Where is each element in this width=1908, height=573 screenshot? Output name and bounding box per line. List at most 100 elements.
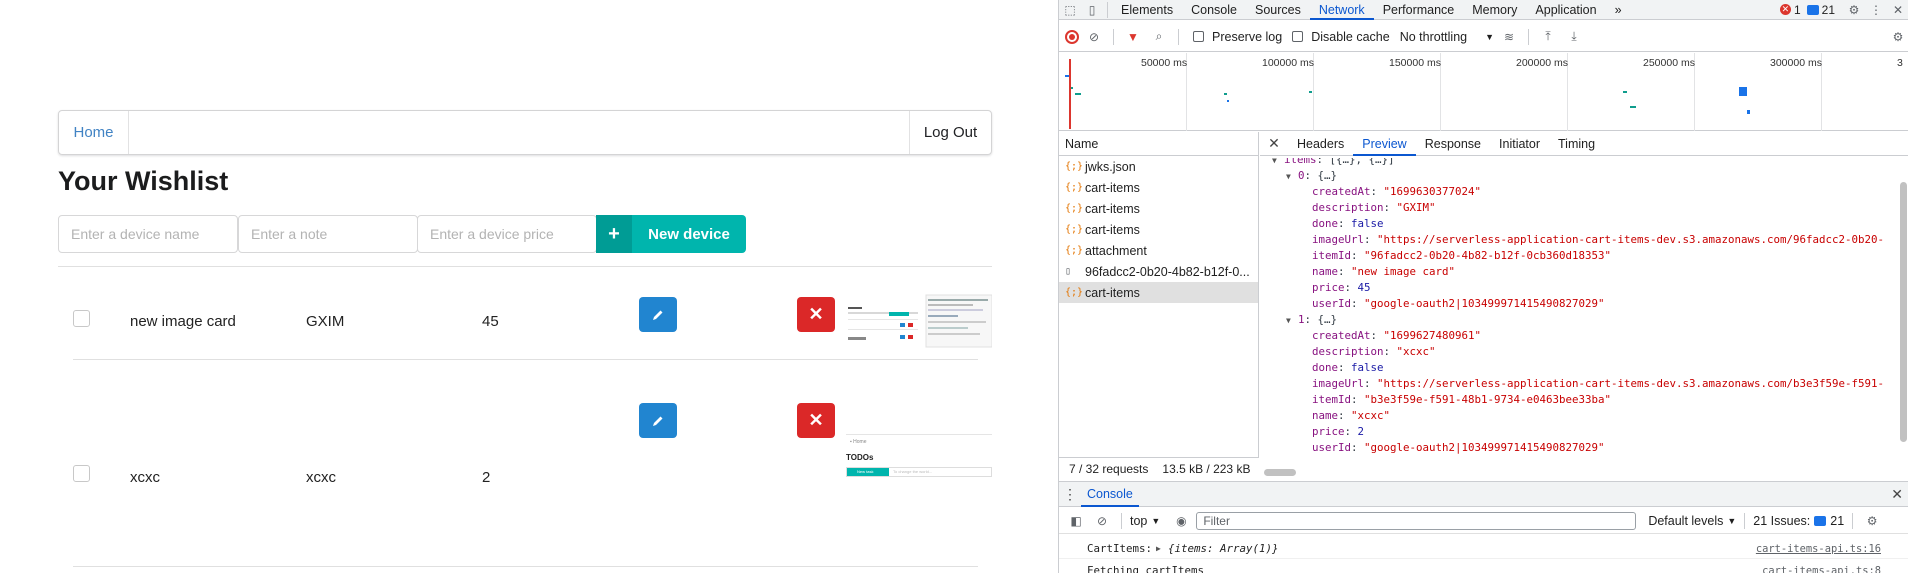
more-tabs-button[interactable]: » [1606,0,1631,20]
sidebar-toggle-icon[interactable]: ◧ [1065,511,1087,531]
request-row-selected[interactable]: {;} cart-items [1059,282,1258,303]
chevron-down-icon: ▼ [1485,31,1495,42]
edit-button[interactable] [639,297,677,332]
new-device-button[interactable]: + New device [596,215,746,253]
tab-console[interactable]: Console [1182,0,1246,20]
horizontal-scrollbar[interactable] [1264,469,1296,476]
record-stop-icon[interactable] [1065,29,1079,44]
live-expression-eye-icon[interactable]: ◉ [1170,511,1192,531]
logout-button[interactable]: Log Out [909,111,991,154]
context-select[interactable]: top [1130,514,1147,528]
close-detail-icon[interactable]: ✕ [1260,135,1288,152]
log-levels-select[interactable]: Default levels [1648,514,1723,528]
request-row[interactable]: ▯ 96fadcc2-0b20-4b82-b12f-0... [1059,261,1258,282]
tab-headers[interactable]: Headers [1288,132,1353,156]
tab-elements[interactable]: Elements [1112,0,1182,20]
chevron-down-icon: ▼ [1151,515,1161,526]
json-root-line[interactable]: ▼ items: [{…}, {…}] [1260,158,1890,168]
tab-sources[interactable]: Sources [1246,0,1310,20]
drawer-menu-icon[interactable]: ⋮ [1059,486,1081,503]
disable-cache-checkbox[interactable] [1292,31,1304,42]
toolbar-separator [1744,512,1746,529]
done-checkbox[interactable] [73,310,90,327]
delete-button[interactable]: ✕ [797,297,835,332]
page-title: Your Wishlist [58,166,229,196]
json-summary: {…} [1317,169,1338,182]
message-count-badge[interactable]: 21 [1806,3,1835,17]
edit-button[interactable] [639,403,677,438]
network-conditions-icon[interactable]: ≋ [1498,27,1520,47]
device-toolbar-icon[interactable]: ▯ [1081,0,1103,20]
tab-preview[interactable]: Preview [1353,132,1416,156]
request-row[interactable]: {;} jwks.json [1059,156,1258,177]
item-name: xcxc [130,469,160,486]
kebab-menu-icon[interactable]: ⋮ [1865,0,1887,20]
device-name-input[interactable] [58,215,238,253]
vertical-scrollbar[interactable] [1900,182,1907,442]
settings-gear-icon[interactable]: ⚙ [1843,0,1865,20]
json-value: false [1351,217,1384,230]
close-devtools-icon[interactable]: ✕ [1887,0,1908,20]
devtools-panel: ⬚ ▯ Elements Console Sources Network Per… [1058,0,1908,573]
clear-icon[interactable]: ⊘ [1083,27,1105,47]
request-count: 7 / 32 requests [1069,461,1149,476]
tab-response[interactable]: Response [1416,132,1490,156]
screenshot-thumbnail [846,293,992,349]
issues-count: 21 [1830,513,1845,528]
devtools-main-tabs: ⬚ ▯ Elements Console Sources Network Per… [1059,0,1908,20]
name-column-header[interactable]: Name [1059,132,1258,156]
tab-performance[interactable]: Performance [1374,0,1464,20]
tab-timing[interactable]: Timing [1549,132,1604,156]
tab-memory[interactable]: Memory [1463,0,1526,20]
network-toolbar: ⊘ ▼ ⌕ Preserve log Disable cache No thro… [1059,22,1908,52]
json-prop: userId: "google-oauth2|10349997141549082… [1312,297,1605,310]
toolbar-separator [1113,28,1114,45]
issues-label[interactable]: 21 Issues: [1753,514,1810,528]
thumb-input-row: New task To change the world... [846,467,992,477]
inspect-element-icon[interactable]: ⬚ [1059,0,1081,20]
error-count-badge[interactable]: ✕ 1 [1779,3,1801,17]
home-link[interactable]: Home [59,111,129,154]
filter-funnel-icon[interactable]: ▼ [1122,27,1144,47]
thumb-menu-text: ▪ Home [850,439,867,445]
throttling-select[interactable]: No throttling [1400,30,1467,44]
json-prop: description: "xcxc" [1312,345,1436,358]
request-row[interactable]: {;} cart-items [1059,177,1258,198]
device-note-input[interactable] [238,215,418,253]
list-divider [58,266,992,267]
error-icon: ✕ [1779,4,1791,15]
tab-network[interactable]: Network [1309,0,1374,20]
console-settings-gear-icon[interactable]: ⚙ [1861,511,1883,531]
close-drawer-icon[interactable]: ✕ [1891,486,1903,503]
json-value: "https://serverless-application-cart-ite… [1377,233,1885,246]
import-har-icon[interactable]: ⤒ [1537,27,1559,47]
json-prop: createdAt: "1699630377024" [1312,185,1482,198]
expand-triangle-icon[interactable]: ▶ [1156,544,1168,553]
done-checkbox[interactable] [73,465,90,482]
clear-console-icon[interactable]: ⊘ [1091,511,1113,531]
preserve-log-checkbox[interactable] [1193,31,1204,42]
request-row[interactable]: {;} attachment [1059,240,1258,261]
json-item-line[interactable]: ▼ 0: {…} [1260,168,1890,184]
json-value: 45 [1357,281,1371,294]
request-name: cart-items [1085,285,1140,300]
device-price-input[interactable] [417,215,597,253]
tab-initiator[interactable]: Initiator [1490,132,1549,156]
search-icon[interactable]: ⌕ [1148,27,1170,47]
json-prop: createdAt: "1699627480961" [1312,329,1482,342]
tab-application[interactable]: Application [1526,0,1605,20]
request-row[interactable]: {;} cart-items [1059,198,1258,219]
delete-button[interactable]: ✕ [797,403,835,438]
network-settings-gear-icon[interactable]: ⚙ [1887,27,1908,47]
console-filter-input[interactable] [1196,511,1637,530]
log-source-link[interactable]: cart-items-api.ts:8 [1762,565,1881,573]
tab-console-drawer[interactable]: Console [1081,481,1139,507]
wishlist-app: Home Log Out Your Wishlist + New device … [0,0,1058,573]
network-status-bar: 7 / 32 requests 13.5 kB / 223 kB [1059,457,1259,479]
json-item-line[interactable]: ▼ 1: {…} [1260,312,1890,328]
request-row[interactable]: {;} cart-items [1059,219,1258,240]
log-source-link[interactable]: cart-items-api.ts:16 [1756,543,1881,555]
log-object[interactable]: {items: Array(1)} [1168,542,1279,555]
network-overview-timeline[interactable]: 50000 ms 100000 ms 150000 ms 200000 ms 2… [1059,53,1908,131]
export-har-icon[interactable]: ⤓ [1563,27,1585,47]
